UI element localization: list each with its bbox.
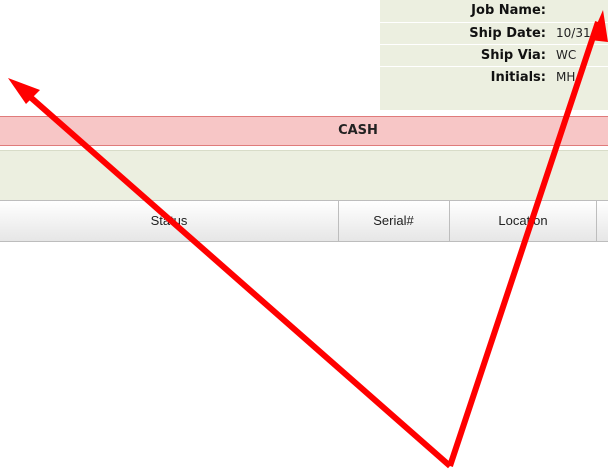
- arrow-left: [18, 85, 452, 469]
- arrow-right-head: [590, 10, 608, 42]
- arrow-right: [447, 21, 601, 467]
- annotation-arrows: [8, 10, 608, 469]
